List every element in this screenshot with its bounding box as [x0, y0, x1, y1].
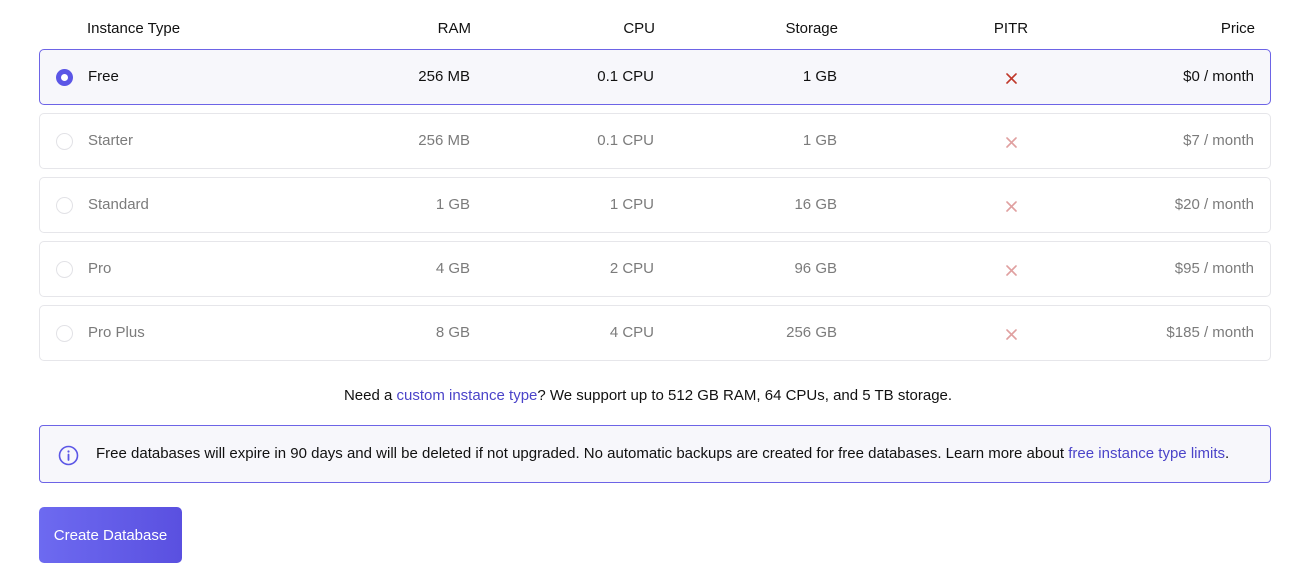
- price-period: / month: [1199, 132, 1254, 149]
- x-icon: [1005, 264, 1018, 277]
- header-instance-type: Instance Type: [87, 20, 181, 37]
- x-icon: [1005, 136, 1018, 149]
- instance-price: $185 / month: [1166, 324, 1254, 341]
- instance-cpu: 2 CPU: [609, 260, 654, 277]
- price-period: / month: [1199, 260, 1254, 277]
- note-suffix: ? We support up to 512 GB RAM, 64 CPUs, …: [537, 387, 953, 404]
- instance-name: Pro: [88, 260, 112, 277]
- price-amount: $20: [1174, 196, 1200, 213]
- radio-button[interactable]: [56, 325, 73, 342]
- instance-name: Starter: [88, 132, 134, 149]
- price-period: / month: [1199, 196, 1254, 213]
- header-ram: RAM: [437, 20, 471, 37]
- radio-button[interactable]: [56, 133, 73, 150]
- note-prefix: Need a: [343, 387, 397, 404]
- x-icon: [1005, 200, 1018, 213]
- instance-ram: 8 GB: [435, 324, 470, 341]
- info-end: .: [1224, 445, 1230, 462]
- instance-name: Pro Plus: [88, 324, 145, 341]
- instance-cpu: 0.1 CPU: [597, 132, 654, 149]
- price-amount: $185: [1166, 324, 1200, 341]
- free-tier-info-box: Free databases will expire in 90 days an…: [39, 425, 1271, 483]
- table-header: Instance Type RAM CPU Storage PITR Price: [39, 18, 1271, 40]
- instance-row-standard[interactable]: Standard 1 GB 1 CPU 16 GB $20 / month: [39, 177, 1271, 233]
- radio-button[interactable]: [56, 69, 73, 86]
- instance-price: $20 / month: [1175, 196, 1254, 213]
- radio-button[interactable]: [56, 197, 73, 214]
- instance-price: $95 / month: [1175, 260, 1254, 277]
- instance-cpu: 0.1 CPU: [597, 68, 654, 85]
- instance-price: $7 / month: [1183, 132, 1254, 149]
- header-pitr: PITR: [993, 20, 1029, 37]
- price-period: / month: [1199, 68, 1254, 85]
- instance-type-panel: Instance Type RAM CPU Storage PITR Price…: [0, 0, 1296, 571]
- header-price: Price: [1220, 20, 1255, 37]
- instance-cpu: 1 CPU: [609, 196, 654, 213]
- instance-storage: 16 GB: [794, 196, 837, 213]
- instance-storage: 1 GB: [802, 68, 837, 85]
- instance-storage: 96 GB: [794, 260, 837, 277]
- instance-row-pro[interactable]: Pro 4 GB 2 CPU 96 GB $95 / month: [39, 241, 1271, 297]
- info-text: Free databases will expire in 90 days an…: [96, 445, 1069, 462]
- instance-price: $0 / month: [1183, 68, 1254, 85]
- info-icon: [58, 445, 79, 466]
- header-cpu: CPU: [623, 20, 655, 37]
- instance-ram: 4 GB: [435, 260, 470, 277]
- instance-ram: 256 MB: [418, 132, 470, 149]
- custom-instance-type-link[interactable]: custom instance type: [396, 387, 537, 404]
- instance-name: Free: [88, 68, 119, 85]
- instance-row-pro-plus[interactable]: Pro Plus 8 GB 4 CPU 256 GB $185 / month: [39, 305, 1271, 361]
- free-instance-limits-link[interactable]: free instance type limits: [1068, 445, 1225, 462]
- instance-cpu: 4 CPU: [609, 324, 654, 341]
- price-amount: $95: [1174, 260, 1200, 277]
- instance-ram: 1 GB: [435, 196, 470, 213]
- instance-storage: 256 GB: [786, 324, 837, 341]
- price-amount: $7: [1183, 132, 1200, 149]
- price-period: / month: [1199, 324, 1254, 341]
- instance-ram: 256 MB: [418, 68, 470, 85]
- x-icon: [1005, 328, 1018, 341]
- x-icon: [1005, 72, 1018, 85]
- instance-storage: 1 GB: [802, 132, 837, 149]
- create-database-button[interactable]: Create Database: [39, 507, 182, 563]
- instance-name: Standard: [88, 196, 149, 213]
- header-storage: Storage: [785, 20, 838, 37]
- radio-button[interactable]: [56, 261, 73, 278]
- instance-row-starter[interactable]: Starter 256 MB 0.1 CPU 1 GB $7 / month: [39, 113, 1271, 169]
- instance-row-free[interactable]: Free 256 MB 0.1 CPU 1 GB $0 / month: [39, 49, 1271, 105]
- price-amount: $0: [1183, 68, 1200, 85]
- custom-instance-note: Need a custom instance type? We support …: [0, 387, 1296, 404]
- info-message: Free databases will expire in 90 days an…: [96, 445, 1229, 462]
